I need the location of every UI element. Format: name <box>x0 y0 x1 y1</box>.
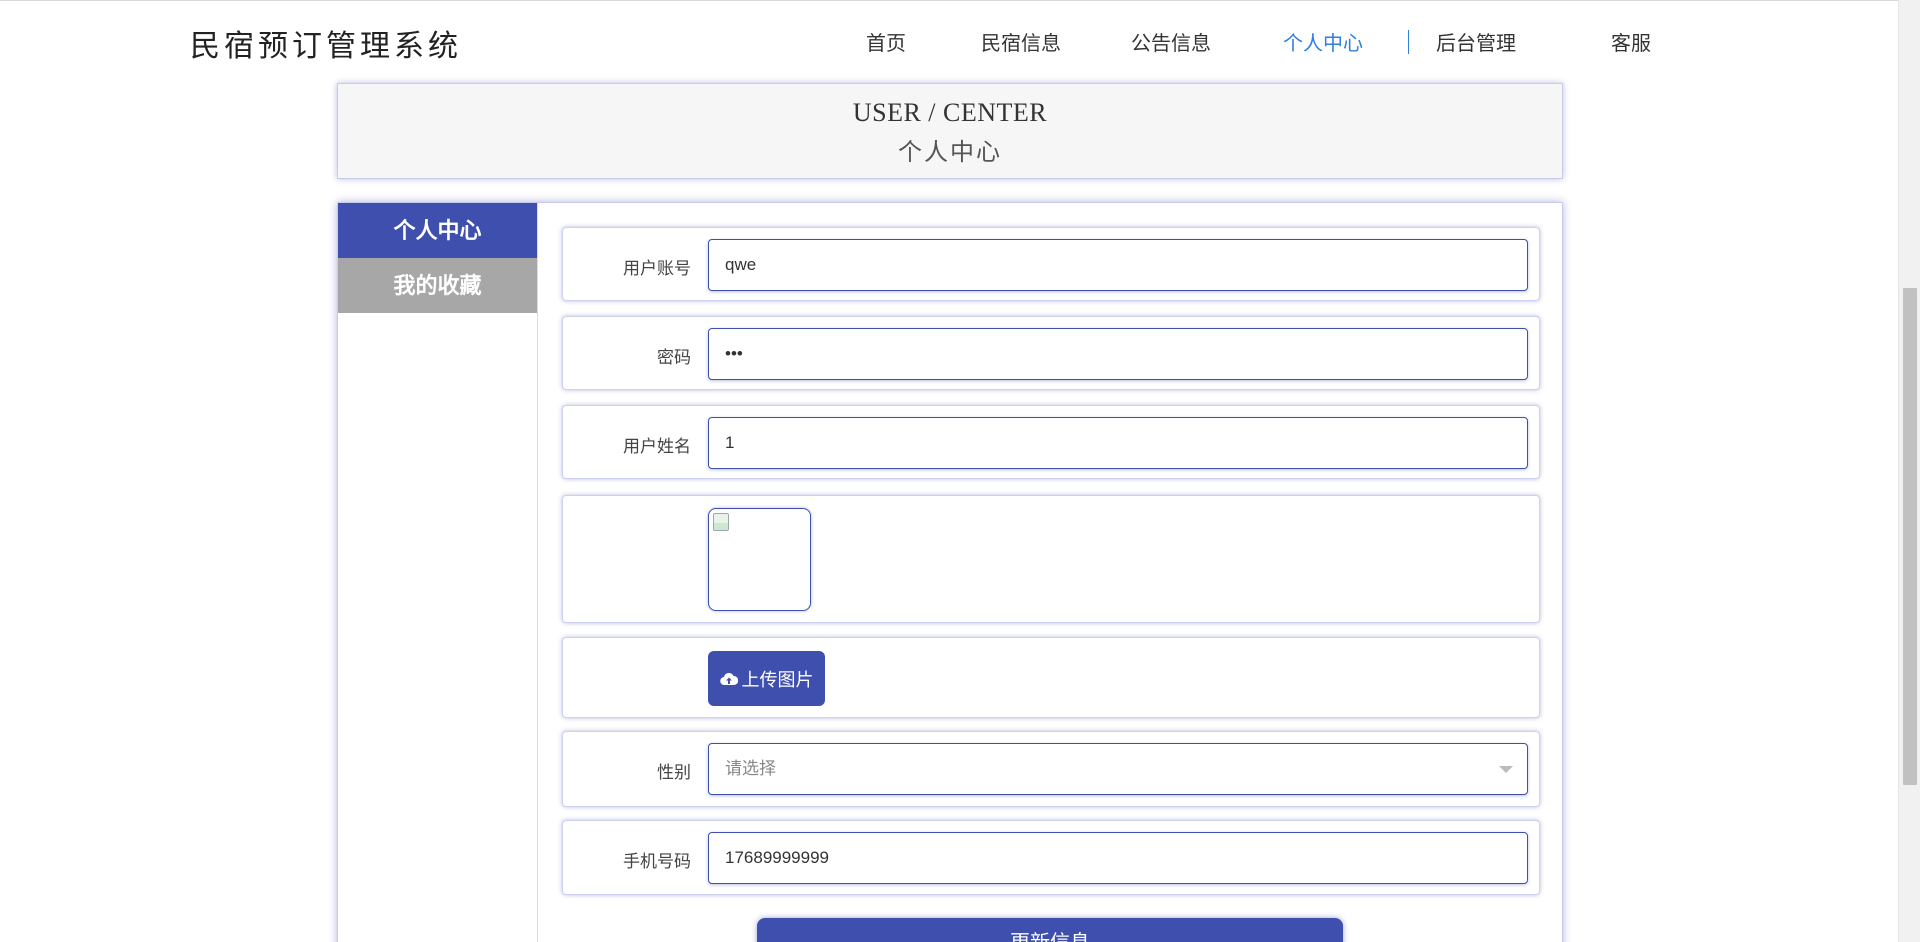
nav-item-homestay-info[interactable]: 民宿信息 <box>961 27 1081 56</box>
upload-image-button[interactable]: 上传图片 <box>708 651 825 706</box>
gender-label: 性别 <box>657 763 691 782</box>
main-nav: 首页 民宿信息 公告信息 个人中心 后台管理 客服 <box>826 25 1691 57</box>
name-label: 用户姓名 <box>623 437 691 456</box>
avatar-image <box>708 508 811 611</box>
name-input[interactable]: 1 <box>708 417 1528 469</box>
sidebar-item-user-center[interactable]: 个人中心 <box>338 203 537 258</box>
sidebar: 个人中心 我的收藏 <box>338 203 538 942</box>
form-row-upload: 上传图片 <box>562 637 1540 718</box>
form-row-account: 用户账号 qwe <box>562 227 1540 301</box>
nav-item-admin[interactable]: 后台管理 <box>1416 27 1536 56</box>
cloud-upload-icon <box>719 672 738 685</box>
form-row-avatar <box>562 495 1540 623</box>
top-navbar: 民宿预订管理系统 首页 民宿信息 公告信息 个人中心 后台管理 客服 <box>0 0 1898 78</box>
phone-label: 手机号码 <box>623 852 691 871</box>
form-row-password: 密码 ••• <box>562 316 1540 390</box>
gender-select[interactable]: 请选择 <box>708 743 1528 795</box>
password-label: 密码 <box>657 348 691 367</box>
chevron-down-icon <box>1499 766 1513 773</box>
app-title: 民宿预订管理系统 <box>190 29 462 64</box>
form-row-name: 用户姓名 1 <box>562 405 1540 479</box>
nav-item-home[interactable]: 首页 <box>826 27 946 56</box>
nav-item-customer-service[interactable]: 客服 <box>1571 27 1691 56</box>
account-input[interactable]: qwe <box>708 239 1528 291</box>
upload-button-label: 上传图片 <box>741 669 814 690</box>
broken-image-icon <box>713 513 729 531</box>
gender-select-placeholder: 请选择 <box>725 759 776 778</box>
password-input[interactable]: ••• <box>708 328 1528 380</box>
update-info-button[interactable]: 更新信息 <box>757 918 1343 942</box>
page-scrollbar[interactable] <box>1898 0 1920 942</box>
phone-input[interactable]: 17689999999 <box>708 832 1528 884</box>
form-row-phone: 手机号码 17689999999 <box>562 820 1540 895</box>
account-label: 用户账号 <box>623 259 691 278</box>
nav-item-announcements[interactable]: 公告信息 <box>1111 27 1231 56</box>
page-title-cn: 个人中心 <box>898 138 1002 166</box>
user-center-panel: 个人中心 我的收藏 用户账号 qwe 密码 ••• 用户姓名 1 上传图片 性别… <box>337 202 1563 942</box>
page-title-en: USER / CENTER <box>852 98 1048 127</box>
nav-item-user-center[interactable]: 个人中心 <box>1263 27 1409 56</box>
sidebar-item-favorites[interactable]: 我的收藏 <box>338 258 537 313</box>
scrollbar-thumb[interactable] <box>1903 288 1917 785</box>
page-title-banner: USER / CENTER 个人中心 <box>337 83 1563 179</box>
form-row-gender: 性别 请选择 <box>562 731 1540 807</box>
